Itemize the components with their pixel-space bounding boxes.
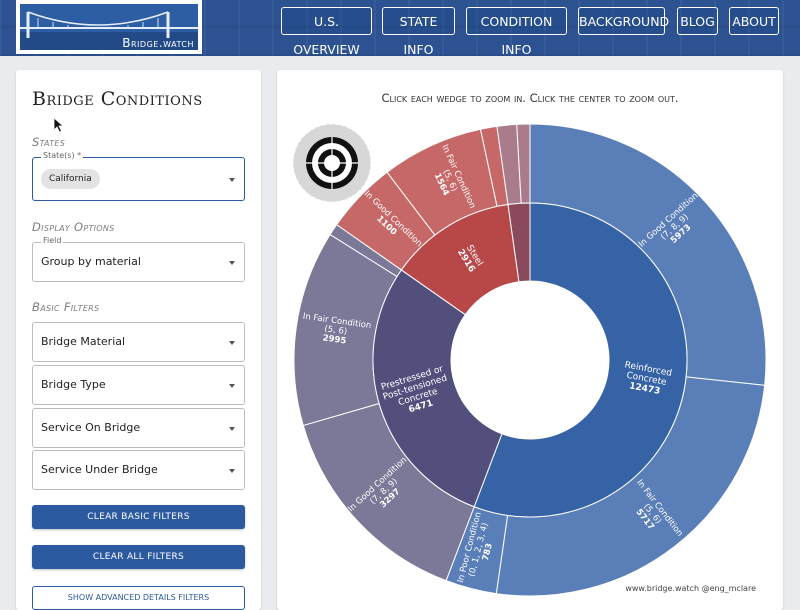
sunburst-center[interactable] bbox=[451, 281, 609, 439]
mini-sunburst-icon[interactable] bbox=[292, 123, 372, 203]
sunburst-chart[interactable]: ReinforcedConcrete12473Prestressed orPos… bbox=[0, 0, 800, 600]
chart-credit: www.bridge.watch @eng_mclare bbox=[625, 584, 756, 593]
